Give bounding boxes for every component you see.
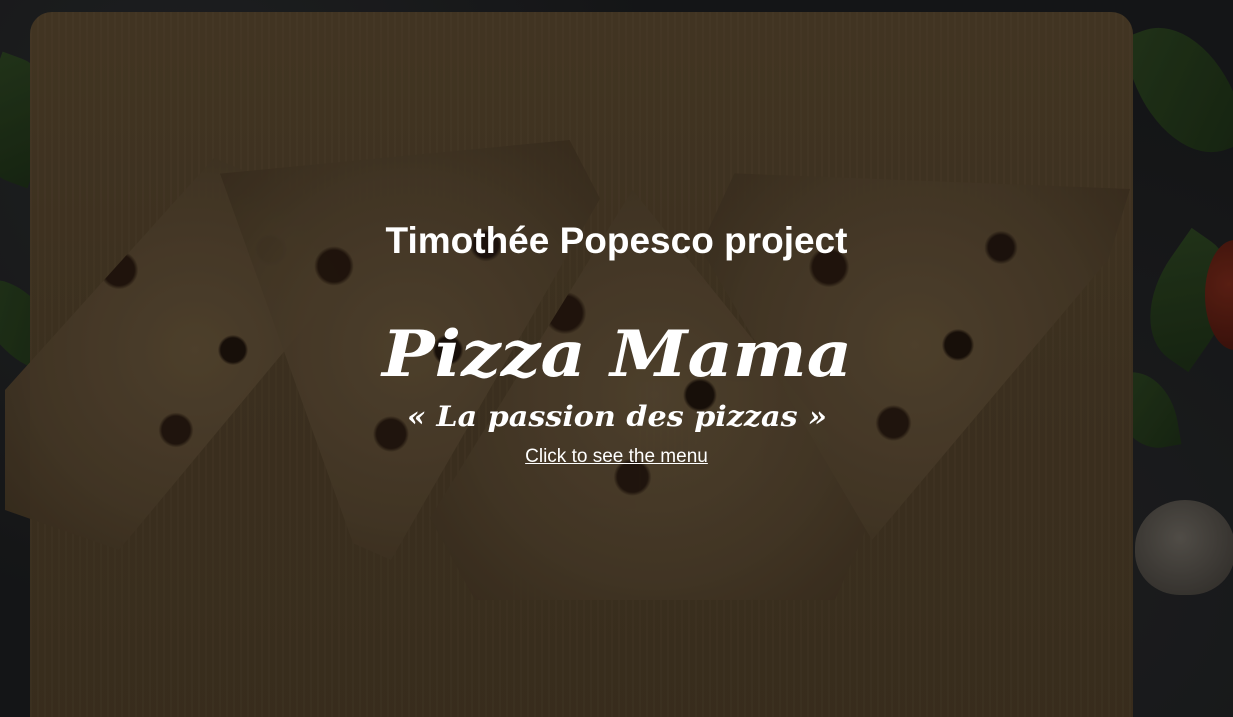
see-menu-link[interactable]: Click to see the menu [525, 446, 708, 468]
logo-tagline: « La passion des pizzas » [407, 400, 827, 433]
project-title: Timothée Popesco project [385, 220, 848, 261]
pizza-mama-logo: Pizza Mama « La passion des pizzas » [379, 317, 851, 433]
hero-content: Timothée Popesco project Pizza Mama « La… [0, 218, 1233, 468]
logo-wordmark: Pizza Mama [379, 317, 851, 392]
